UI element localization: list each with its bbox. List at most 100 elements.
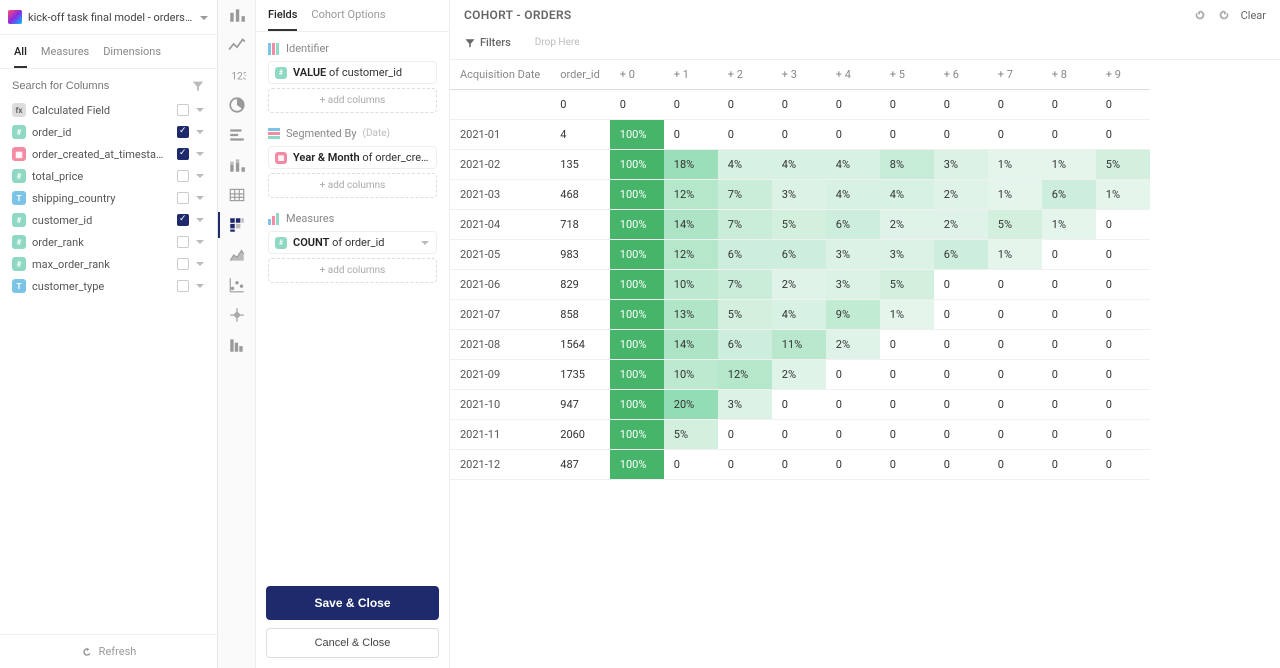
cohort-cell[interactable]: 0	[1042, 300, 1096, 330]
cohort-cell[interactable]: 0	[718, 450, 772, 480]
cohort-cell[interactable]: 0	[880, 120, 934, 150]
cohort-cell[interactable]: 14%	[664, 210, 718, 240]
clear-button[interactable]: Clear	[1241, 9, 1266, 22]
chevron-down-icon[interactable]	[199, 12, 209, 22]
cohort-cell[interactable]: 0	[826, 360, 880, 390]
redo-icon[interactable]	[1217, 8, 1231, 22]
area-chart-icon[interactable]	[228, 246, 246, 264]
cohort-cell[interactable]: 0	[826, 420, 880, 450]
cohort-cell[interactable]: 0	[934, 390, 988, 420]
field-checkbox[interactable]	[177, 280, 189, 292]
cohort-cell[interactable]: 1%	[988, 240, 1042, 270]
cohort-cell[interactable]: 0	[772, 450, 826, 480]
cohort-cell[interactable]: 4%	[718, 150, 772, 180]
col-offset[interactable]: + 2	[718, 60, 772, 90]
field-checkbox[interactable]	[177, 148, 189, 160]
chevron-down-icon[interactable]	[195, 193, 205, 203]
field-row-customer-id[interactable]: #customer_id	[0, 209, 217, 231]
cohort-cell[interactable]: 0	[988, 390, 1042, 420]
cohort-cell[interactable]: 6%	[826, 210, 880, 240]
col-offset[interactable]: + 7	[988, 60, 1042, 90]
col-offset[interactable]: + 8	[1042, 60, 1096, 90]
segmented-chip[interactable]: ▦ Year & Month of order_created_at_...	[268, 146, 437, 169]
cohort-table-wrap[interactable]: Acquisition Dateorder_id+ 0+ 1+ 2+ 3+ 4+…	[450, 60, 1280, 668]
segmented-add-button[interactable]: + add columns	[268, 173, 437, 198]
col-offset[interactable]: + 5	[880, 60, 934, 90]
field-checkbox[interactable]	[177, 126, 189, 138]
cohort-cell[interactable]: 5%	[718, 300, 772, 330]
filter-icon[interactable]	[191, 79, 205, 93]
cohort-cell[interactable]: 100%	[610, 120, 664, 150]
measures-add-button[interactable]: + add columns	[268, 258, 437, 283]
cohort-cell[interactable]: 3%	[880, 240, 934, 270]
search-input[interactable]	[12, 80, 185, 92]
cohort-cell[interactable]: 0	[1096, 120, 1150, 150]
cancel-close-button[interactable]: Cancel & Close	[266, 628, 439, 658]
cohort-cell[interactable]: 14%	[664, 330, 718, 360]
cohort-cell[interactable]: 3%	[772, 180, 826, 210]
cohort-cell[interactable]: 0	[1042, 360, 1096, 390]
col-offset[interactable]: + 6	[934, 60, 988, 90]
cohort-cell[interactable]: 0	[718, 120, 772, 150]
cohort-cell[interactable]: 100%	[610, 150, 664, 180]
cohort-cell[interactable]: 0	[934, 270, 988, 300]
cohort-cell[interactable]: 100%	[610, 270, 664, 300]
identifier-chip[interactable]: # VALUE of customer_id	[268, 61, 437, 84]
cohort-cell[interactable]: 1%	[1096, 180, 1150, 210]
cohort-cell[interactable]: 0	[826, 450, 880, 480]
cohort-cell[interactable]: 2%	[826, 330, 880, 360]
cohort-cell[interactable]: 0	[988, 270, 1042, 300]
cohort-cell[interactable]: 0	[880, 420, 934, 450]
cohort-cell[interactable]: 4%	[772, 150, 826, 180]
field-row-customer-type[interactable]: Tcustomer_type	[0, 275, 217, 297]
cohort-cell[interactable]: 9%	[826, 300, 880, 330]
cohort-cell[interactable]: 3%	[934, 150, 988, 180]
cohort-cell[interactable]: 2%	[880, 210, 934, 240]
cohort-cell[interactable]: 0	[1042, 240, 1096, 270]
cohort-cell[interactable]: 11%	[772, 330, 826, 360]
field-row-shipping-country[interactable]: Tshipping_country	[0, 187, 217, 209]
cohort-cell[interactable]: 100%	[610, 300, 664, 330]
cohort-cell[interactable]: 0	[934, 420, 988, 450]
cohort-cell[interactable]: 0	[934, 300, 988, 330]
cohort-cell[interactable]: 0	[1096, 390, 1150, 420]
cohort-cell[interactable]: 12%	[664, 180, 718, 210]
tab-fields[interactable]: Fields	[268, 8, 297, 31]
cohort-cell[interactable]: 4%	[880, 180, 934, 210]
cohort-cell[interactable]: 0	[1042, 120, 1096, 150]
cohort-cell[interactable]: 5%	[772, 210, 826, 240]
cohort-cell[interactable]: 10%	[664, 270, 718, 300]
cohort-cell[interactable]: 0	[934, 120, 988, 150]
cohort-cell[interactable]: 100%	[610, 450, 664, 480]
cohort-cell[interactable]: 2%	[934, 180, 988, 210]
cohort-icon[interactable]	[228, 216, 246, 234]
cohort-cell[interactable]: 0	[1096, 300, 1150, 330]
field-row-order-created-at-timestamp[interactable]: ▦order_created_at_timestamp	[0, 143, 217, 165]
col-acquisition-date[interactable]: Acquisition Date	[450, 60, 550, 90]
cohort-cell[interactable]: 0	[988, 330, 1042, 360]
chevron-down-icon[interactable]	[195, 171, 205, 181]
cohort-cell[interactable]: 2%	[934, 210, 988, 240]
col-offset[interactable]: + 0	[610, 60, 664, 90]
cohort-cell[interactable]: 0	[772, 420, 826, 450]
save-close-button[interactable]: Save & Close	[266, 586, 439, 620]
col-offset[interactable]: + 1	[664, 60, 718, 90]
cohort-cell[interactable]: 4%	[826, 150, 880, 180]
cohort-cell[interactable]: 0	[880, 360, 934, 390]
cohort-cell[interactable]: 0	[1042, 450, 1096, 480]
bar-chart-icon[interactable]	[228, 6, 246, 24]
cohort-cell[interactable]: 2%	[772, 270, 826, 300]
cohort-cell[interactable]: 13%	[664, 300, 718, 330]
cohort-cell[interactable]: 0	[988, 420, 1042, 450]
measures-chip[interactable]: # COUNT of order_id	[268, 231, 437, 254]
cohort-cell[interactable]: 5%	[988, 210, 1042, 240]
cohort-cell[interactable]: 0	[988, 300, 1042, 330]
document-header[interactable]: kick-off task final model - orders - ki.…	[0, 0, 217, 35]
cohort-cell[interactable]: 0	[826, 120, 880, 150]
cohort-cell[interactable]: 5%	[664, 420, 718, 450]
funnel-icon[interactable]	[228, 336, 246, 354]
cohort-cell[interactable]: 0	[1042, 390, 1096, 420]
cohort-cell[interactable]: 0	[988, 360, 1042, 390]
col-order-id[interactable]: order_id	[550, 60, 610, 90]
cohort-cell[interactable]: 0	[664, 450, 718, 480]
